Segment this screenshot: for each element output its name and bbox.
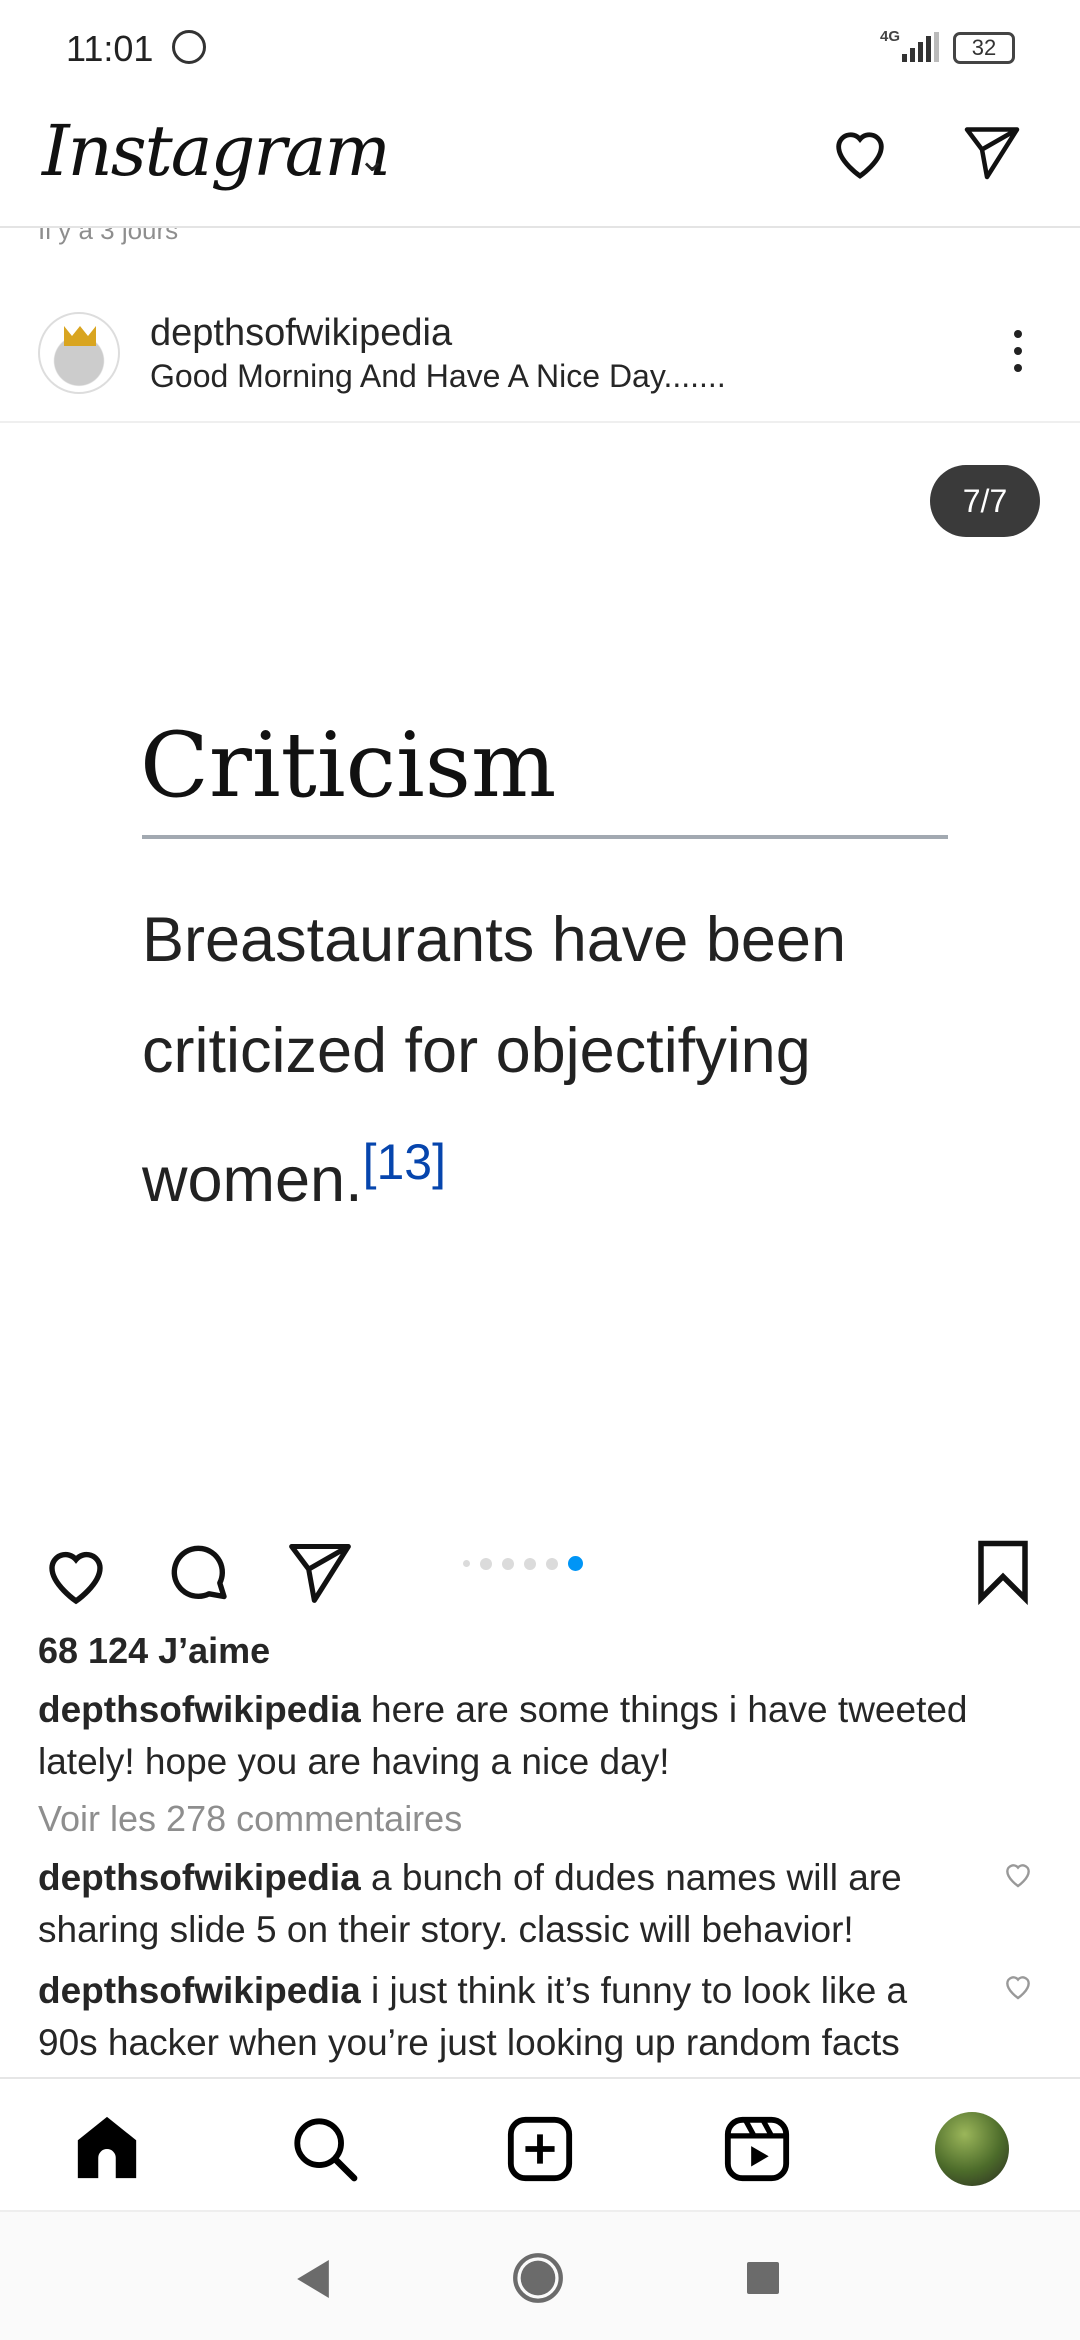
chevron-down-icon[interactable]: ⌄ [358, 140, 387, 180]
create-post-icon[interactable] [505, 2114, 575, 2184]
slide-body: Breastaurants have been criticized for o… [142, 885, 962, 1236]
comment-like-icon[interactable] [1002, 1970, 1034, 2002]
user-avatar[interactable] [38, 312, 120, 394]
post-actions [0, 1520, 1080, 1620]
back-icon[interactable] [296, 2260, 330, 2298]
bottom-navigation [0, 2077, 1080, 2210]
post-caption: depthsofwikipedia here are some things i… [38, 1684, 998, 1788]
like-count[interactable]: 68 124 J’aime [38, 1630, 270, 1672]
comment-username[interactable]: depthsofwikipedia [38, 1970, 361, 2011]
view-comments-link[interactable]: Voir les 278 commentaires [38, 1798, 462, 1840]
system-navigation [0, 2210, 1080, 2340]
battery-level: 32 [953, 32, 1015, 64]
bookmark-icon[interactable] [970, 1536, 1036, 1606]
instagram-logo[interactable]: Instagram [42, 110, 391, 192]
signal-icon [902, 32, 939, 62]
post-image[interactable]: 7/7 Criticism Breastaurants have been cr… [0, 425, 1080, 1520]
alarm-icon [172, 30, 206, 64]
home-icon[interactable] [72, 2114, 142, 2184]
status-bar: 11:01 4G 32 [0, 0, 1080, 100]
heart-icon[interactable] [828, 120, 892, 184]
comment-username[interactable]: depthsofwikipedia [38, 1857, 361, 1898]
more-options-icon[interactable] [1008, 330, 1028, 372]
caption-username[interactable]: depthsofwikipedia [38, 1689, 361, 1730]
comment-like-icon[interactable] [1002, 1858, 1034, 1890]
comment: depthsofwikipedia a bunch of dudes names… [38, 1852, 938, 1956]
citation-ref: [13] [362, 1134, 446, 1190]
app-header: Instagram ⌄ [0, 100, 1080, 228]
post-subtitle: Good Morning And Have A Nice Day....... [150, 358, 726, 394]
home-button-icon[interactable] [512, 2252, 564, 2304]
slide-heading: Criticism [140, 713, 557, 818]
slide-body-text: Breastaurants have been criticized for o… [142, 905, 846, 1215]
post-username[interactable]: depthsofwikipedia [150, 312, 452, 355]
post-header: depthsofwikipedia Good Morning And Have … [0, 290, 1080, 423]
profile-avatar[interactable] [935, 2112, 1009, 2186]
heading-divider [142, 835, 948, 839]
comment: depthsofwikipedia i just think it’s funn… [38, 1965, 958, 2069]
search-icon[interactable] [290, 2114, 360, 2184]
network-type: 4G [880, 28, 901, 45]
like-icon[interactable] [40, 1538, 112, 1610]
comment-icon[interactable] [164, 1538, 236, 1610]
carousel-indicator [463, 1556, 583, 1571]
share-icon[interactable] [286, 1538, 354, 1606]
recents-icon[interactable] [747, 2262, 779, 2294]
status-time: 11:01 [66, 28, 154, 69]
slide-counter: 7/7 [930, 465, 1040, 537]
direct-message-icon[interactable] [962, 122, 1022, 182]
reels-icon[interactable] [722, 2114, 792, 2184]
